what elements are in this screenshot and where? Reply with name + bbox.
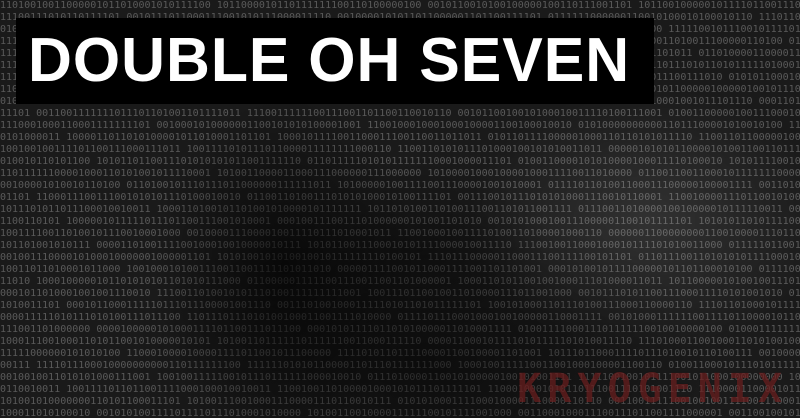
watermark: KRYOGENIX xyxy=(517,366,788,412)
page-title: DOUBLE OH SEVEN xyxy=(28,30,630,92)
banner: 11010010011000001011010001010111100 1011… xyxy=(0,0,800,418)
title-box: DOUBLE OH SEVEN xyxy=(16,18,654,104)
